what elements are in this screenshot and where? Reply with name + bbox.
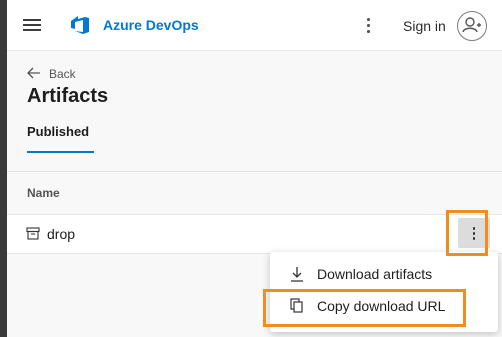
divider	[7, 171, 502, 172]
azure-devops-logo-icon[interactable]	[69, 14, 91, 36]
arrow-left-icon	[27, 67, 40, 79]
menu-item-copy-download-url[interactable]: Copy download URL	[270, 290, 498, 322]
tab-published[interactable]: Published	[27, 124, 89, 139]
back-label: Back	[49, 67, 76, 81]
download-icon	[291, 267, 303, 282]
page-title: Artifacts	[27, 85, 109, 107]
artifact-name[interactable]: drop	[47, 226, 75, 242]
context-menu: Download artifacts Copy download URL	[270, 252, 498, 332]
row-more-options-button[interactable]	[458, 218, 490, 248]
hamburger-menu-icon[interactable]	[23, 19, 41, 31]
brand-name[interactable]: Azure DevOps	[103, 17, 199, 33]
add-user-icon	[461, 16, 481, 32]
tab-active-indicator	[27, 151, 94, 153]
left-frame-edge	[0, 0, 7, 337]
table-row[interactable]: drop	[7, 214, 502, 254]
avatar[interactable]	[457, 11, 487, 41]
copy-icon	[290, 298, 303, 313]
page: Azure DevOps Sign in Back Artifacts Publ…	[7, 0, 502, 337]
column-header-name[interactable]: Name	[27, 186, 60, 200]
menu-item-label: Download artifacts	[317, 266, 433, 282]
artifact-package-icon	[26, 227, 40, 240]
menu-item-label: Copy download URL	[317, 298, 446, 314]
top-bar: Azure DevOps Sign in	[7, 0, 502, 51]
sign-in-link[interactable]: Sign in	[403, 18, 446, 34]
menu-item-download-artifacts[interactable]: Download artifacts	[270, 258, 498, 290]
more-options-icon[interactable]	[362, 16, 374, 34]
